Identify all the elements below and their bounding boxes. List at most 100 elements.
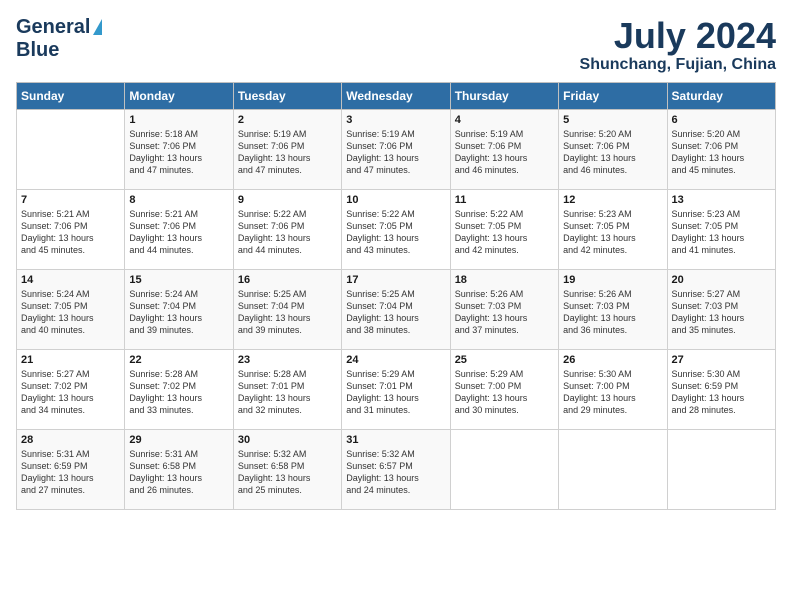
week-row-1: 1 Sunrise: 5:18 AMSunset: 7:06 PMDaylight… (17, 109, 776, 189)
day-cell: 8 Sunrise: 5:21 AMSunset: 7:06 PMDaylight… (125, 189, 233, 269)
day-info: Sunrise: 5:26 AMSunset: 7:03 PMDaylight:… (455, 288, 554, 337)
day-info: Sunrise: 5:26 AMSunset: 7:03 PMDaylight:… (563, 288, 662, 337)
day-info: Sunrise: 5:32 AMSunset: 6:57 PMDaylight:… (346, 448, 445, 497)
day-info: Sunrise: 5:18 AMSunset: 7:06 PMDaylight:… (129, 128, 228, 177)
day-cell: 7 Sunrise: 5:21 AMSunset: 7:06 PMDaylight… (17, 189, 125, 269)
day-number: 7 (21, 194, 120, 206)
week-row-4: 21 Sunrise: 5:27 AMSunset: 7:02 PMDayligh… (17, 349, 776, 429)
day-cell: 3 Sunrise: 5:19 AMSunset: 7:06 PMDaylight… (342, 109, 450, 189)
day-number: 14 (21, 274, 120, 286)
day-cell: 28 Sunrise: 5:31 AMSunset: 6:59 PMDayligh… (17, 429, 125, 509)
day-cell (17, 109, 125, 189)
logo-general-text: General (16, 16, 90, 39)
day-cell: 15 Sunrise: 5:24 AMSunset: 7:04 PMDayligh… (125, 269, 233, 349)
week-row-3: 14 Sunrise: 5:24 AMSunset: 7:05 PMDayligh… (17, 269, 776, 349)
day-number: 11 (455, 194, 554, 206)
day-info: Sunrise: 5:19 AMSunset: 7:06 PMDaylight:… (238, 128, 337, 177)
month-year-title: July 2024 (580, 16, 776, 56)
logo: General Blue (16, 16, 102, 62)
day-info: Sunrise: 5:25 AMSunset: 7:04 PMDaylight:… (346, 288, 445, 337)
day-cell: 29Sunrise: 5:31 AMSunset: 6:58 PMDayligh… (125, 429, 233, 509)
day-info: Sunrise: 5:20 AMSunset: 7:06 PMDaylight:… (672, 128, 771, 177)
day-cell: 1 Sunrise: 5:18 AMSunset: 7:06 PMDaylight… (125, 109, 233, 189)
day-cell: 25Sunrise: 5:29 AMSunset: 7:00 PMDayligh… (450, 349, 558, 429)
day-info: Sunrise: 5:19 AMSunset: 7:06 PMDaylight:… (346, 128, 445, 177)
day-cell: 2Sunrise: 5:19 AMSunset: 7:06 PMDaylight… (233, 109, 341, 189)
day-number: 16 (238, 274, 337, 286)
day-cell (450, 429, 558, 509)
day-cell: 4Sunrise: 5:19 AMSunset: 7:06 PMDaylight… (450, 109, 558, 189)
day-number: 5 (563, 114, 662, 126)
logo-triangle-icon (93, 19, 102, 35)
day-info: Sunrise: 5:30 AMSunset: 6:59 PMDaylight:… (672, 368, 771, 417)
day-info: Sunrise: 5:27 AMSunset: 7:02 PMDaylight:… (21, 368, 120, 417)
day-cell (667, 429, 775, 509)
day-cell: 16 Sunrise: 5:25 AMSunset: 7:04 PMDayligh… (233, 269, 341, 349)
day-info: Sunrise: 5:24 AMSunset: 7:05 PMDaylight:… (21, 288, 120, 337)
day-cell: 20 Sunrise: 5:27 AMSunset: 7:03 PMDayligh… (667, 269, 775, 349)
day-number: 24 (346, 354, 445, 366)
day-number: 3 (346, 114, 445, 126)
day-cell: 22Sunrise: 5:28 AMSunset: 7:02 PMDayligh… (125, 349, 233, 429)
day-number: 10 (346, 194, 445, 206)
day-number: 9 (238, 194, 337, 206)
calendar-table: SundayMondayTuesdayWednesdayThursdayFrid… (16, 82, 776, 510)
day-cell: 9 Sunrise: 5:22 AMSunset: 7:06 PMDaylight… (233, 189, 341, 269)
day-cell: 11Sunrise: 5:22 AMSunset: 7:05 PMDayligh… (450, 189, 558, 269)
day-number: 29 (129, 434, 228, 446)
week-row-5: 28 Sunrise: 5:31 AMSunset: 6:59 PMDayligh… (17, 429, 776, 509)
day-info: Sunrise: 5:21 AMSunset: 7:06 PMDaylight:… (129, 208, 228, 257)
day-info: Sunrise: 5:31 AMSunset: 6:59 PMDaylight:… (21, 448, 120, 497)
week-row-2: 7 Sunrise: 5:21 AMSunset: 7:06 PMDaylight… (17, 189, 776, 269)
weekday-header-friday: Friday (559, 82, 667, 109)
title-block: July 2024 Shunchang, Fujian, China (580, 16, 776, 74)
day-info: Sunrise: 5:24 AMSunset: 7:04 PMDaylight:… (129, 288, 228, 337)
day-info: Sunrise: 5:21 AMSunset: 7:06 PMDaylight:… (21, 208, 120, 257)
day-number: 8 (129, 194, 228, 206)
day-info: Sunrise: 5:27 AMSunset: 7:03 PMDaylight:… (672, 288, 771, 337)
day-cell: 18Sunrise: 5:26 AMSunset: 7:03 PMDayligh… (450, 269, 558, 349)
day-info: Sunrise: 5:32 AMSunset: 6:58 PMDaylight:… (238, 448, 337, 497)
day-info: Sunrise: 5:22 AMSunset: 7:06 PMDaylight:… (238, 208, 337, 257)
page-header: General Blue July 2024 Shunchang, Fujian… (16, 16, 776, 74)
day-cell: 5 Sunrise: 5:20 AMSunset: 7:06 PMDaylight… (559, 109, 667, 189)
day-number: 31 (346, 434, 445, 446)
day-cell: 6 Sunrise: 5:20 AMSunset: 7:06 PMDaylight… (667, 109, 775, 189)
day-info: Sunrise: 5:30 AMSunset: 7:00 PMDaylight:… (563, 368, 662, 417)
day-cell: 13Sunrise: 5:23 AMSunset: 7:05 PMDayligh… (667, 189, 775, 269)
day-number: 21 (21, 354, 120, 366)
day-number: 27 (672, 354, 771, 366)
day-cell: 19Sunrise: 5:26 AMSunset: 7:03 PMDayligh… (559, 269, 667, 349)
day-info: Sunrise: 5:29 AMSunset: 7:01 PMDaylight:… (346, 368, 445, 417)
day-info: Sunrise: 5:25 AMSunset: 7:04 PMDaylight:… (238, 288, 337, 337)
weekday-header-monday: Monday (125, 82, 233, 109)
day-cell: 23Sunrise: 5:28 AMSunset: 7:01 PMDayligh… (233, 349, 341, 429)
day-number: 6 (672, 114, 771, 126)
day-number: 25 (455, 354, 554, 366)
weekday-header-tuesday: Tuesday (233, 82, 341, 109)
logo-blue-text: Blue (16, 39, 59, 61)
day-cell: 31 Sunrise: 5:32 AMSunset: 6:57 PMDayligh… (342, 429, 450, 509)
day-number: 28 (21, 434, 120, 446)
day-number: 13 (672, 194, 771, 206)
day-cell: 27 Sunrise: 5:30 AMSunset: 6:59 PMDayligh… (667, 349, 775, 429)
day-number: 22 (129, 354, 228, 366)
day-number: 12 (563, 194, 662, 206)
weekday-header-thursday: Thursday (450, 82, 558, 109)
day-info: Sunrise: 5:19 AMSunset: 7:06 PMDaylight:… (455, 128, 554, 177)
weekday-header-wednesday: Wednesday (342, 82, 450, 109)
day-info: Sunrise: 5:23 AMSunset: 7:05 PMDaylight:… (563, 208, 662, 257)
day-number: 20 (672, 274, 771, 286)
day-cell: 14 Sunrise: 5:24 AMSunset: 7:05 PMDayligh… (17, 269, 125, 349)
day-number: 1 (129, 114, 228, 126)
day-cell: 10Sunrise: 5:22 AMSunset: 7:05 PMDayligh… (342, 189, 450, 269)
day-info: Sunrise: 5:20 AMSunset: 7:06 PMDaylight:… (563, 128, 662, 177)
day-cell: 24 Sunrise: 5:29 AMSunset: 7:01 PMDayligh… (342, 349, 450, 429)
location-subtitle: Shunchang, Fujian, China (580, 56, 776, 74)
day-cell: 17 Sunrise: 5:25 AMSunset: 7:04 PMDayligh… (342, 269, 450, 349)
day-cell: 30Sunrise: 5:32 AMSunset: 6:58 PMDayligh… (233, 429, 341, 509)
day-number: 15 (129, 274, 228, 286)
day-number: 17 (346, 274, 445, 286)
weekday-header-sunday: Sunday (17, 82, 125, 109)
day-cell (559, 429, 667, 509)
